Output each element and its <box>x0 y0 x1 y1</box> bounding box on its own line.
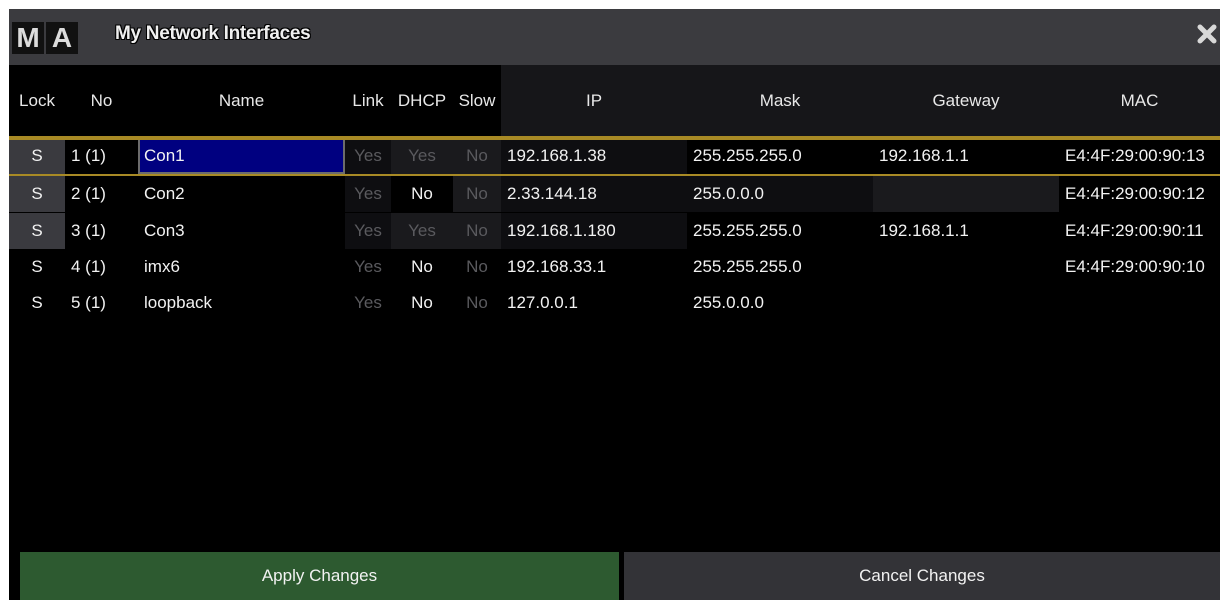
cell-mask[interactable]: 255.0.0.0 <box>687 285 873 321</box>
column-header-link[interactable]: Link <box>345 65 391 136</box>
apply-changes-button[interactable]: Apply Changes <box>20 552 619 600</box>
cell-dhcp[interactable]: Yes <box>391 213 453 249</box>
table-row[interactable]: S1 (1) Con1 Yes Yes No 192.168.1.38 255.255.25… <box>9 138 1220 174</box>
column-header-ip[interactable]: IP <box>501 65 687 136</box>
cell-ip[interactable]: 192.168.1.38 <box>501 138 687 174</box>
table-row[interactable]: S3 (1) Con3 Yes Yes No 192.168.1.180 255.255.2… <box>9 213 1220 249</box>
cell-lock[interactable]: S <box>9 138 65 174</box>
cell-name[interactable]: imx6 <box>138 249 345 285</box>
cell-link[interactable]: Yes <box>345 249 391 285</box>
cell-ip[interactable]: 192.168.33.1 <box>501 249 687 285</box>
cell-link[interactable]: Yes <box>345 138 391 174</box>
cell-gateway[interactable]: 192.168.1.1 <box>873 213 1059 249</box>
cell-mask[interactable]: 255.255.255.0 <box>687 213 873 249</box>
selected-row-border-bottom <box>9 174 1220 176</box>
cell-slow[interactable]: No <box>453 138 501 174</box>
column-header-mac[interactable]: MAC <box>1059 65 1220 136</box>
cell-mac[interactable]: E4:4F:29:00:90:13 <box>1059 138 1220 174</box>
cell-no: 2 (1) <box>71 184 106 203</box>
logo-letter-a: A <box>46 22 78 54</box>
cell-lock[interactable]: S <box>9 249 65 285</box>
cell-no: 3 (1) <box>71 221 106 240</box>
cell-dhcp[interactable]: No <box>391 176 453 212</box>
table-header: Lock No Name Link DHCP Slow IP Mask Gateway MAC <box>9 65 1220 136</box>
column-header-lock[interactable]: Lock <box>9 65 65 136</box>
column-header-gateway[interactable]: Gateway <box>873 65 1059 136</box>
cell-gateway[interactable]: 192.168.1.1 <box>873 138 1059 174</box>
window-title: My Network Interfaces <box>115 23 311 44</box>
cell-mac[interactable] <box>1059 285 1220 321</box>
cell-link[interactable]: Yes <box>345 213 391 249</box>
ma-logo: M A <box>12 22 78 54</box>
column-header-dhcp[interactable]: DHCP <box>391 65 453 136</box>
cell-slow[interactable]: No <box>453 213 501 249</box>
cell-dhcp[interactable]: No <box>391 249 453 285</box>
cell-link[interactable]: Yes <box>345 285 391 321</box>
table-row[interactable]: S5 (1) loopback Yes No No 127.0.0.1 255.0.0.0 <box>9 285 1220 321</box>
cell-gateway[interactable] <box>873 285 1059 321</box>
cell-name[interactable]: loopback <box>138 285 345 321</box>
cell-link[interactable]: Yes <box>345 176 391 212</box>
title-bar: M A My Network Interfaces <box>9 9 1220 65</box>
table-row[interactable]: S4 (1) imx6 Yes No No 192.168.33.1 255.255.255… <box>9 249 1220 285</box>
selected-row-border-top <box>9 138 1220 140</box>
cell-name[interactable]: Con1 <box>138 138 345 174</box>
cell-lock[interactable]: S <box>9 176 65 212</box>
cell-mac[interactable]: E4:4F:29:00:90:10 <box>1059 249 1220 285</box>
cancel-changes-button[interactable]: Cancel Changes <box>624 552 1220 600</box>
network-interfaces-window: M A My Network Interfaces Lock No Name Link… <box>9 9 1220 600</box>
cell-slow[interactable]: No <box>453 249 501 285</box>
cell-name[interactable]: Con2 <box>138 176 345 212</box>
cell-slow[interactable]: No <box>453 285 501 321</box>
cell-slow[interactable]: No <box>453 176 501 212</box>
cell-mac[interactable]: E4:4F:29:00:90:12 <box>1059 176 1220 212</box>
cell-mask[interactable]: 255.0.0.0 <box>687 176 873 212</box>
column-header-mask[interactable]: Mask <box>687 65 873 136</box>
cell-no: 4 (1) <box>71 257 106 276</box>
logo-letter-m: M <box>12 22 44 54</box>
cell-no: 1 (1) <box>71 146 106 165</box>
cell-gateway[interactable] <box>873 249 1059 285</box>
cell-mac[interactable]: E4:4F:29:00:90:11 <box>1059 213 1220 249</box>
column-header-slow[interactable]: Slow <box>453 65 501 136</box>
column-header-name[interactable]: Name <box>138 65 345 136</box>
close-x-icon[interactable] <box>1196 23 1218 45</box>
cell-dhcp[interactable]: Yes <box>391 138 453 174</box>
cell-name[interactable]: Con3 <box>138 213 345 249</box>
cell-ip[interactable]: 192.168.1.180 <box>501 213 687 249</box>
cell-lock[interactable]: S <box>9 213 65 249</box>
cell-mask[interactable]: 255.255.255.0 <box>687 249 873 285</box>
cell-lock[interactable]: S <box>9 285 65 321</box>
cell-no: 5 (1) <box>71 293 106 312</box>
cell-ip[interactable]: 2.33.144.18 <box>501 176 687 212</box>
cell-gateway[interactable] <box>873 176 1059 212</box>
cell-dhcp[interactable]: No <box>391 285 453 321</box>
cell-mask[interactable]: 255.255.255.0 <box>687 138 873 174</box>
column-header-no[interactable]: No <box>65 65 138 136</box>
cell-ip[interactable]: 127.0.0.1 <box>501 285 687 321</box>
table-row[interactable]: S2 (1) Con2 Yes No No 2.33.144.18 255.0.0.0 E4:… <box>9 176 1220 212</box>
